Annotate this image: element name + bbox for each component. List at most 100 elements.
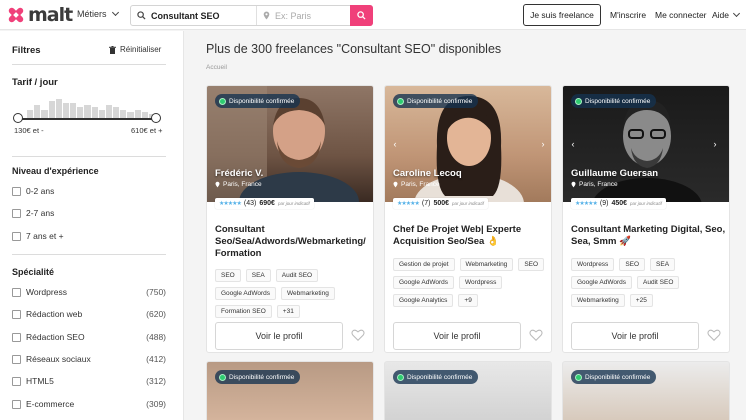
checkbox[interactable] [12, 332, 21, 342]
skill-tag: SEA [650, 258, 676, 271]
checkbox[interactable] [12, 287, 21, 297]
freelance-button[interactable]: Je suis freelance [523, 4, 601, 26]
rate-histogram [27, 99, 156, 118]
heart-icon[interactable] [707, 328, 721, 342]
freelancer-card[interactable]: Disponibilité confirmée ‹ › Guillaume Gu… [562, 85, 730, 353]
location-pin-icon [263, 11, 270, 20]
daily-price: 500€ [433, 200, 450, 207]
freelancer-title[interactable]: Chef De Projet Web| Experte Acquisition … [393, 224, 548, 248]
photo-prev-arrow[interactable]: ‹ [389, 138, 401, 150]
speciality-count: (412) [146, 354, 166, 364]
skill-tag: Webmarketing [459, 258, 514, 271]
more-tags-badge: +31 [276, 305, 300, 318]
checkbox[interactable] [12, 186, 21, 196]
freelancer-card[interactable]: Disponibilité confirmée [562, 361, 730, 420]
availability-badge: Disponibilité confirmée [393, 94, 479, 108]
histogram-bar [120, 109, 127, 118]
rate-slider-min-handle[interactable] [13, 113, 23, 123]
skill-tag: Audit SEO [637, 276, 680, 289]
freelancer-card[interactable]: Disponibilité confirmée ‹ › Caroline Lec… [384, 85, 552, 353]
freelancer-card[interactable]: Disponibilité confirmée Frédéric V. Pari… [206, 85, 374, 353]
freelancer-card[interactable]: Disponibilité confirmée [206, 361, 374, 420]
chevron-right-icon: › [713, 139, 717, 149]
search-button[interactable] [350, 5, 373, 26]
search-input[interactable] [151, 10, 251, 21]
histogram-bar [84, 105, 91, 118]
checkbox[interactable] [12, 354, 21, 364]
breadcrumb[interactable]: Accueil [206, 64, 227, 71]
checkbox[interactable] [12, 376, 21, 386]
rating-price-box: ★★★★★ (9) 450€ par jour indicatif [571, 198, 666, 209]
rate-slider-max-handle[interactable] [151, 113, 161, 123]
skill-tags: Wordpress SEO SEA Google AdWords Audit S… [571, 258, 726, 307]
histogram-bar [70, 103, 77, 118]
review-count: (9) [599, 200, 609, 207]
speciality-option[interactable]: Rédaction web (620) [12, 308, 166, 320]
experience-option[interactable]: 0-2 ans [12, 185, 166, 197]
heart-icon[interactable] [351, 328, 365, 342]
location-box [257, 6, 350, 25]
metiers-dropdown[interactable]: Métiers [77, 8, 119, 19]
divider [12, 254, 166, 255]
logo-text: malt [28, 4, 73, 26]
price-note: par jour indicatif [452, 201, 484, 206]
login-link[interactable]: Me connecter [655, 10, 707, 20]
review-count: (7) [421, 200, 431, 207]
chevron-left-icon: ‹ [393, 139, 397, 149]
speciality-option[interactable]: Rédaction SEO (488) [12, 331, 166, 343]
checkbox[interactable] [12, 208, 21, 218]
checkbox[interactable] [12, 399, 21, 409]
histogram-bar [91, 107, 98, 118]
reset-button[interactable]: Réinitialiser [109, 45, 161, 54]
availability-badge: Disponibilité confirmée [215, 370, 301, 384]
help-dropdown[interactable]: Aide [712, 9, 741, 20]
histogram-bar [41, 109, 48, 118]
heart-icon[interactable] [529, 328, 543, 342]
availability-badge: Disponibilité confirmée [571, 94, 657, 108]
speciality-option[interactable]: E-commerce (309) [12, 398, 166, 410]
view-profile-button[interactable]: Voir le profil [393, 322, 521, 350]
histogram-bar [98, 109, 105, 118]
photo-next-arrow[interactable]: › [537, 138, 549, 150]
freelancer-title[interactable]: Consultant Seo/Sea/Adwords/Webmarketing/… [215, 224, 370, 260]
available-dot-icon [397, 373, 404, 381]
freelancer-location: Paris, France [215, 181, 262, 188]
experience-option[interactable]: 2-7 ans [12, 207, 166, 219]
skill-tag: Google AdWords [215, 287, 277, 300]
speciality-label: Rédaction web [26, 309, 83, 319]
available-dot-icon [397, 97, 404, 105]
checkbox[interactable] [12, 231, 21, 241]
freelancer-name: Caroline Lecoq [393, 168, 462, 179]
skill-tag: Google Analytics [393, 294, 454, 307]
speciality-option[interactable]: Réseaux sociaux (412) [12, 353, 166, 365]
photo-next-arrow[interactable]: › [709, 138, 721, 150]
speciality-label: Rédaction SEO [26, 332, 85, 342]
checkbox[interactable] [12, 309, 21, 319]
skill-tag: Webmarketing [281, 287, 335, 300]
skill-tag: Wordpress [571, 258, 615, 271]
freelancer-card[interactable]: Disponibilité confirmée [384, 361, 552, 420]
histogram-bar [48, 101, 55, 118]
experience-label: 7 ans et + [26, 231, 64, 241]
chevron-down-icon [111, 8, 119, 17]
experience-label: 0-2 ans [26, 186, 55, 196]
location-input[interactable] [275, 10, 345, 21]
speciality-option[interactable]: HTML5 (312) [12, 375, 166, 387]
malt-logo[interactable]: malt [6, 4, 73, 26]
location-label: Paris, France [579, 181, 618, 188]
experience-option[interactable]: 7 ans et + [12, 230, 166, 242]
rate-min-label: 130€ et - [14, 126, 44, 135]
speciality-option[interactable]: Wordpress (750) [12, 286, 166, 298]
more-tags-badge: +25 [629, 294, 653, 307]
chevron-right-icon: › [541, 139, 545, 149]
view-profile-button[interactable]: Voir le profil [215, 322, 343, 350]
availability-badge: Disponibilité confirmée [215, 94, 301, 108]
availability-label: Disponibilité confirmée [407, 97, 473, 105]
skill-tag: SEO [215, 269, 241, 282]
available-dot-icon [575, 373, 582, 381]
freelancer-title[interactable]: Consultant Marketing Digital, Seo, Sea, … [571, 224, 726, 248]
signup-link[interactable]: M'inscrire [610, 10, 646, 20]
view-profile-button[interactable]: Voir le profil [571, 322, 699, 350]
star-rating-icon: ★★★★★ [219, 201, 242, 207]
photo-prev-arrow[interactable]: ‹ [567, 138, 579, 150]
